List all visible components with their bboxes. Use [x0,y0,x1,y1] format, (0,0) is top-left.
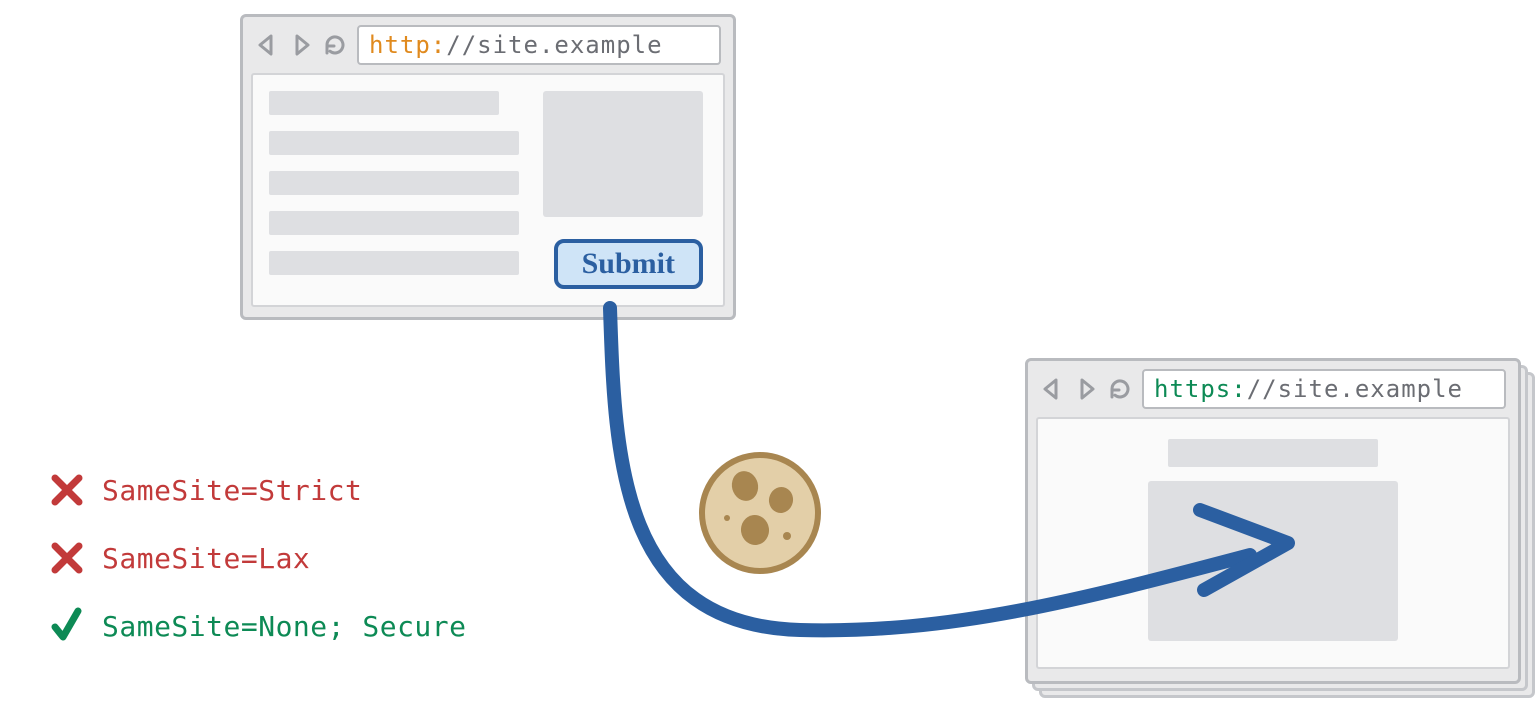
skeleton-line [269,251,519,275]
url-host: //site.example [446,31,662,59]
cross-icon [50,473,84,507]
url-scheme: https: [1154,375,1247,403]
submit-label: Submit [582,247,675,280]
reload-icon [1108,377,1132,401]
forward-icon [1074,377,1098,401]
page-content: Submit [251,73,725,307]
address-bar: https://site.example [1142,369,1506,409]
submit-button[interactable]: Submit [554,239,703,289]
url-scheme: http: [369,31,446,59]
browser-source: http://site.example Submit [240,14,736,320]
skeleton-line [1168,439,1378,467]
legend-row-none-secure: SameSite=None; Secure [50,592,467,660]
back-icon [1040,377,1064,401]
legend-row-strict: SameSite=Strict [50,456,467,524]
legend-label: SameSite=Strict [102,474,362,507]
legend-row-lax: SameSite=Lax [50,524,467,592]
skeleton-image [1148,481,1398,641]
legend-label: SameSite=Lax [102,542,310,575]
samesite-legend: SameSite=Strict SameSite=Lax SameSite=No… [50,456,467,660]
diagram-stage: http://site.example Submit [0,0,1539,723]
cookie-icon [695,448,825,578]
legend-label: SameSite=None; Secure [102,610,467,643]
browser-chrome: https://site.example [1028,361,1518,417]
reload-icon [323,33,347,57]
back-icon [255,33,279,57]
skeleton-line [269,131,519,155]
browser-target: https://site.example [1025,358,1521,684]
skeleton-line [269,171,519,195]
address-bar: http://site.example [357,25,721,65]
skeleton-line [269,211,519,235]
cross-icon [50,541,84,575]
skeleton-line [269,91,499,115]
browser-target-stack: https://site.example [1025,358,1515,686]
check-icon [50,609,84,643]
skeleton-image [543,91,703,217]
browser-chrome: http://site.example [243,17,733,73]
forward-icon [289,33,313,57]
url-host: //site.example [1247,375,1463,403]
page-content [1036,417,1510,669]
